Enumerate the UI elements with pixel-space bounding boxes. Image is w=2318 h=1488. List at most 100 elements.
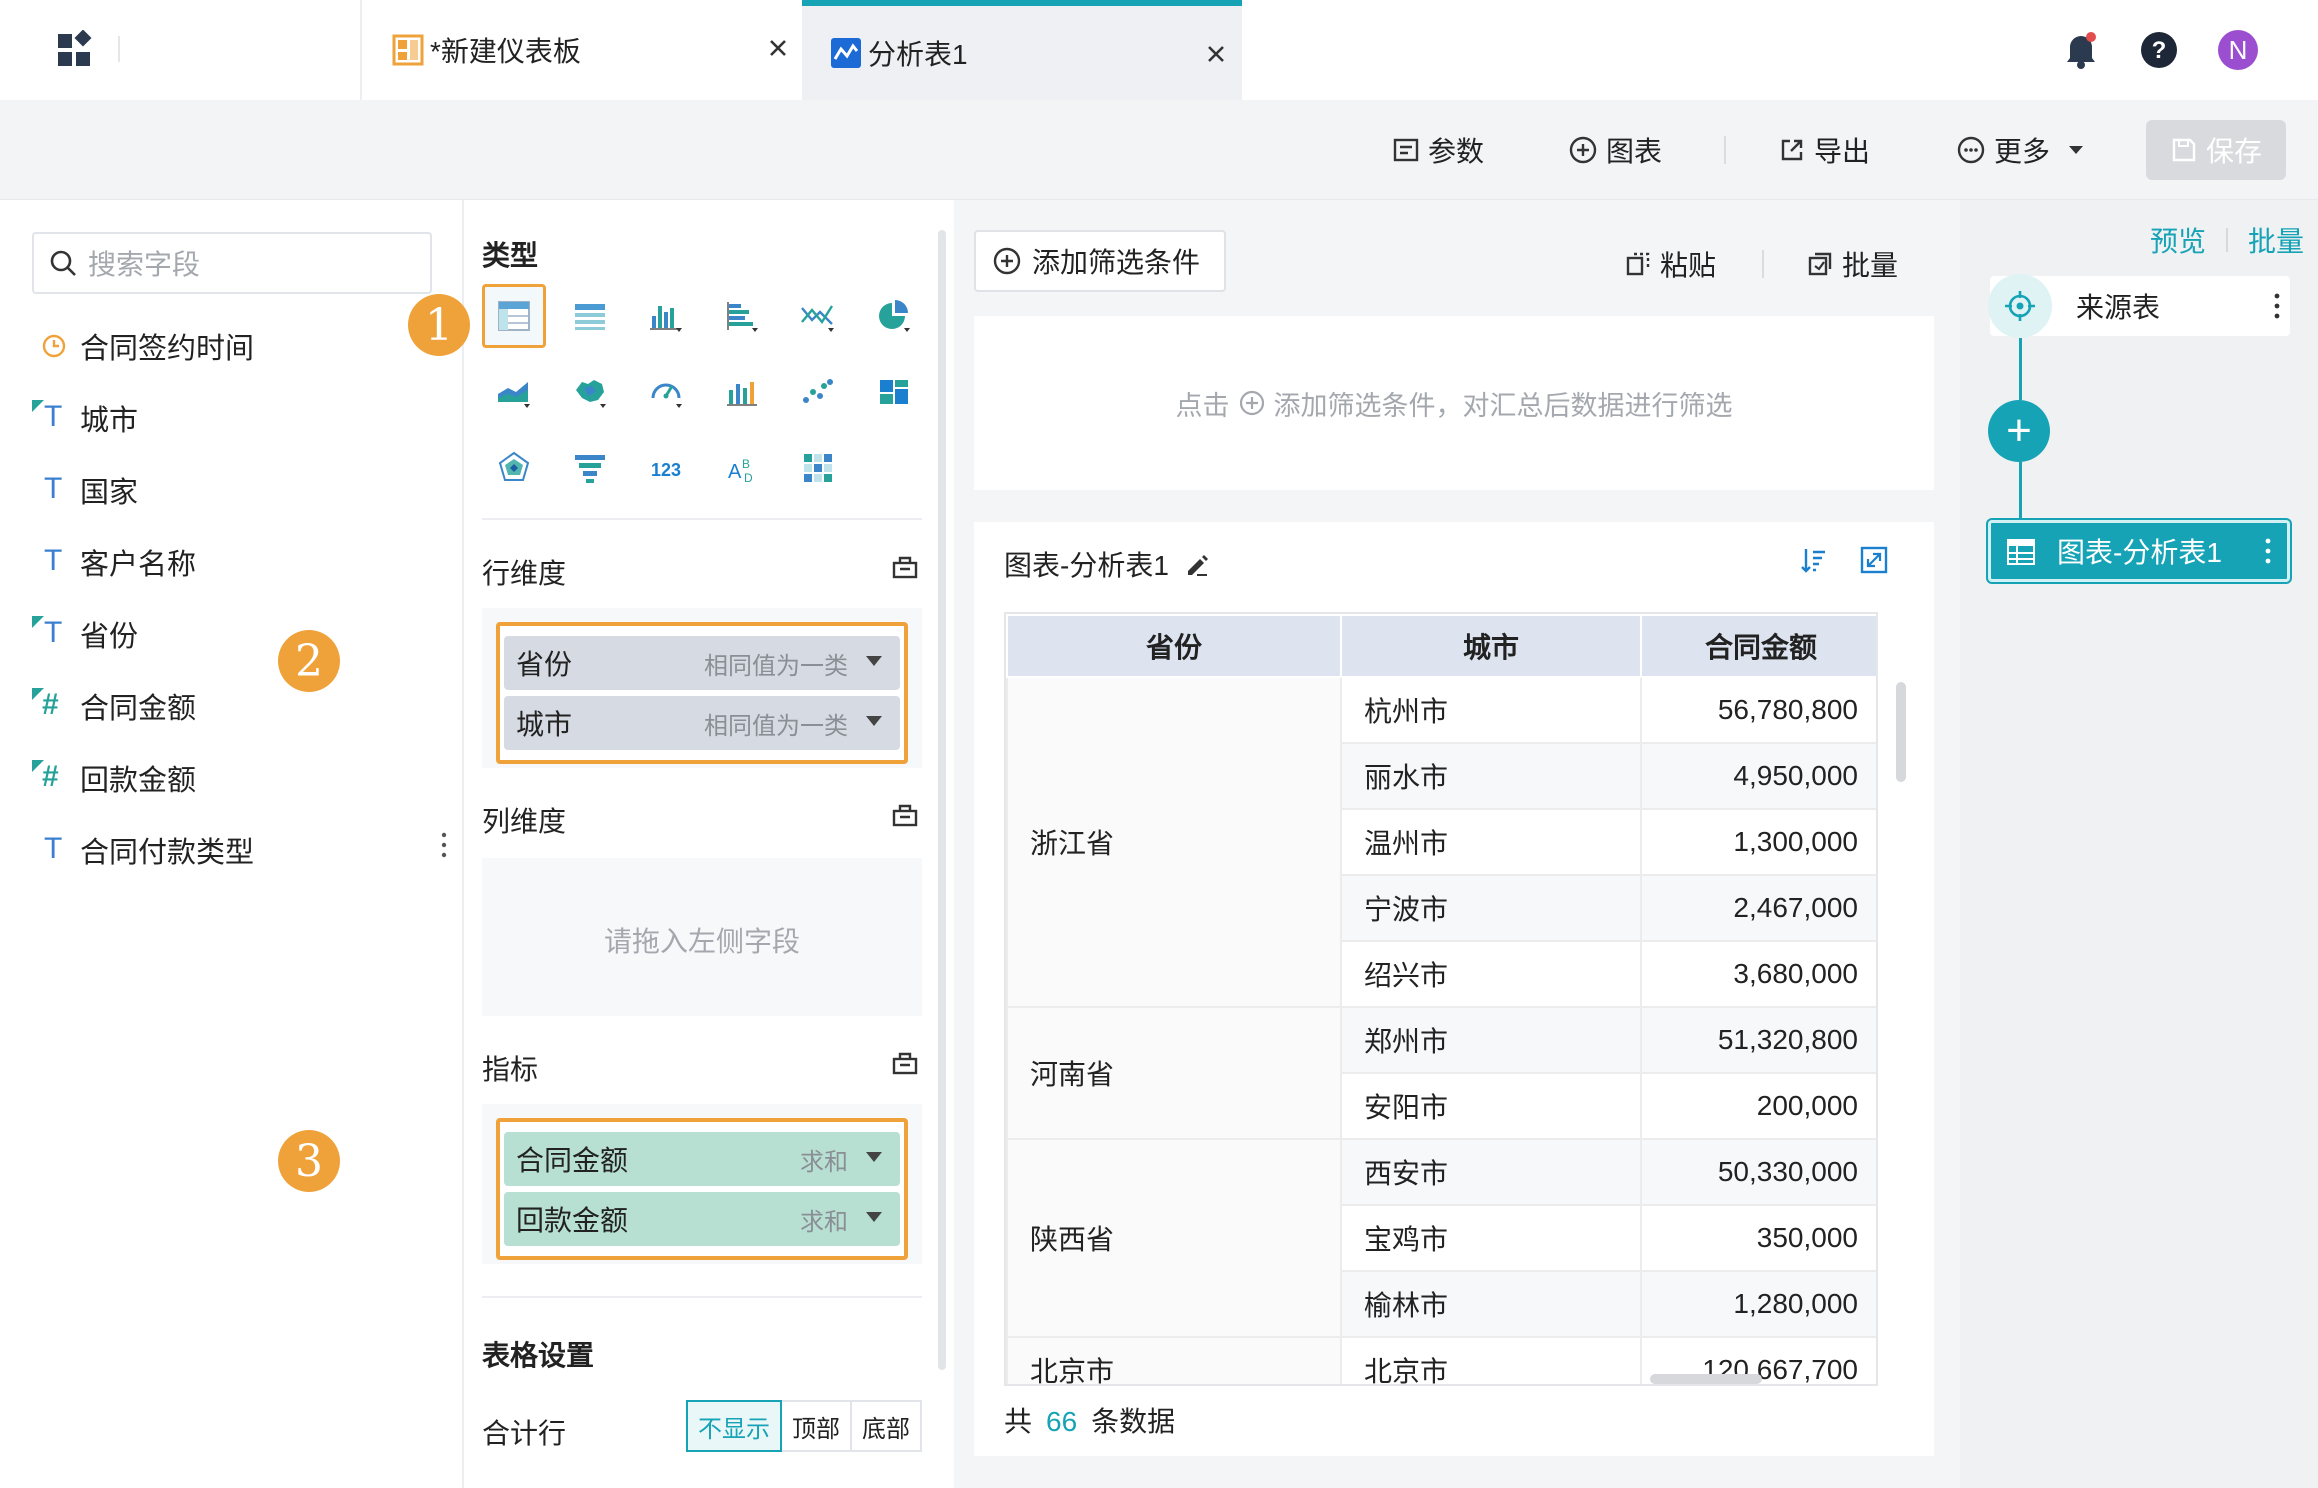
- field-item[interactable]: T 省份: [0, 598, 462, 670]
- expand-icon[interactable]: [1858, 544, 1890, 576]
- city-cell[interactable]: 安阳市: [1340, 1072, 1642, 1140]
- caret-down-icon[interactable]: [866, 1152, 882, 1162]
- amount-cell[interactable]: 4,950,000: [1640, 742, 1876, 810]
- field-item[interactable]: T 合同付款类型: [0, 814, 462, 886]
- type-detail-table-icon[interactable]: [558, 284, 622, 348]
- field-item[interactable]: 合同签约时间: [0, 310, 462, 382]
- amount-cell[interactable]: 51,320,800: [1640, 1006, 1876, 1074]
- more-button[interactable]: 更多: [1956, 128, 2096, 172]
- sort-icon[interactable]: [1798, 544, 1830, 576]
- table-horizontal-scrollbar[interactable]: [1650, 1374, 1762, 1384]
- column-dimension-dropzone[interactable]: 请拖入左侧字段: [482, 858, 922, 1016]
- avatar[interactable]: N: [2218, 30, 2258, 70]
- amount-cell[interactable]: 56,780,800: [1640, 676, 1876, 744]
- more-vertical-icon[interactable]: [2265, 537, 2271, 565]
- field-item[interactable]: T 国家: [0, 454, 462, 526]
- batch-link[interactable]: 批量: [2248, 220, 2304, 260]
- field-item[interactable]: # 合同金额: [0, 670, 462, 742]
- column-header-city[interactable]: 城市: [1340, 614, 1642, 678]
- save-button[interactable]: 保存: [2146, 120, 2286, 180]
- table-vertical-scrollbar[interactable]: [1896, 682, 1906, 782]
- amount-cell[interactable]: 50,330,000: [1640, 1138, 1876, 1206]
- row-dimension-pill[interactable]: 城市 相同值为一类: [504, 696, 900, 750]
- type-text-icon[interactable]: ABD: [710, 436, 774, 500]
- type-table-icon[interactable]: [482, 284, 546, 348]
- close-icon[interactable]: [1202, 40, 1230, 68]
- field-item[interactable]: # 回款金额: [0, 742, 462, 814]
- city-cell[interactable]: 绍兴市: [1340, 940, 1642, 1008]
- type-scatter-icon[interactable]: [786, 360, 850, 424]
- type-tile-grid-icon[interactable]: [862, 360, 926, 424]
- type-kpi-number-icon[interactable]: 123: [634, 436, 698, 500]
- metric-pill[interactable]: 回款金额 求和: [504, 1192, 900, 1246]
- edit-pencil-icon[interactable]: [1183, 550, 1211, 578]
- batch-button[interactable]: 批量: [1806, 244, 1898, 284]
- type-bar-chart-icon[interactable]: [634, 284, 698, 348]
- type-map-icon[interactable]: [558, 360, 622, 424]
- clear-bin-icon[interactable]: [890, 552, 920, 582]
- province-cell[interactable]: 河南省: [1006, 1006, 1342, 1140]
- city-cell[interactable]: 北京市: [1340, 1336, 1642, 1384]
- province-cell[interactable]: 浙江省: [1006, 676, 1342, 1008]
- city-cell[interactable]: 温州市: [1340, 808, 1642, 876]
- metric-pill[interactable]: 合同金额 求和: [504, 1132, 900, 1186]
- table-row[interactable]: 河南省 郑州市 51,320,800: [1006, 1006, 1876, 1140]
- amount-cell[interactable]: 1,280,000: [1640, 1270, 1876, 1338]
- close-icon[interactable]: [764, 34, 792, 62]
- apps-grid-icon[interactable]: [56, 30, 96, 70]
- type-line-chart-icon[interactable]: [786, 284, 850, 348]
- type-funnel-icon[interactable]: [558, 436, 622, 500]
- chart-step-node[interactable]: 图表-分析表1: [1986, 518, 2292, 584]
- search-input[interactable]: 搜索字段: [32, 232, 432, 294]
- amount-cell[interactable]: 350,000: [1640, 1204, 1876, 1272]
- type-combo-chart-icon[interactable]: [710, 360, 774, 424]
- type-horizontal-bar-icon[interactable]: [710, 284, 774, 348]
- tab-dashboard[interactable]: *新建仪表板: [360, 0, 800, 100]
- total-row-option-hide[interactable]: 不显示: [686, 1400, 782, 1452]
- preview-link[interactable]: 预览: [2150, 220, 2206, 260]
- row-dimension-pill[interactable]: 省份 相同值为一类: [504, 636, 900, 690]
- add-filter-button[interactable]: 添加筛选条件: [974, 230, 1227, 292]
- params-button[interactable]: 参数: [1392, 128, 1484, 172]
- amount-cell[interactable]: 200,000: [1640, 1072, 1876, 1140]
- help-icon[interactable]: ?: [2140, 31, 2178, 69]
- field-item[interactable]: T 客户名称: [0, 526, 462, 598]
- city-cell[interactable]: 杭州市: [1340, 676, 1642, 744]
- column-header-province[interactable]: 省份: [1006, 614, 1342, 678]
- table-row[interactable]: 陕西省 西安市 50,330,000: [1006, 1138, 1876, 1338]
- city-cell[interactable]: 郑州市: [1340, 1006, 1642, 1074]
- tab-analysis[interactable]: 分析表1: [802, 0, 1242, 100]
- field-item[interactable]: T 城市: [0, 382, 462, 454]
- city-cell[interactable]: 西安市: [1340, 1138, 1642, 1206]
- clear-bin-icon[interactable]: [890, 1048, 920, 1078]
- add-chart-button[interactable]: 图表: [1568, 128, 1662, 172]
- caret-down-icon[interactable]: [866, 656, 882, 666]
- type-heatmap-icon[interactable]: [786, 436, 850, 500]
- amount-cell[interactable]: 2,467,000: [1640, 874, 1876, 942]
- more-vertical-icon[interactable]: [2274, 292, 2280, 320]
- table-row[interactable]: 浙江省 杭州市 56,780,800: [1006, 676, 1876, 1008]
- total-row-option-top[interactable]: 顶部: [780, 1400, 852, 1452]
- config-scrollbar[interactable]: [938, 230, 946, 1370]
- type-pie-chart-icon[interactable]: [862, 284, 926, 348]
- city-cell[interactable]: 丽水市: [1340, 742, 1642, 810]
- notification-bell-icon[interactable]: [2062, 30, 2100, 70]
- panel-resize-handle-icon[interactable]: [440, 830, 448, 860]
- type-area-chart-icon[interactable]: [482, 360, 546, 424]
- amount-cell[interactable]: 3,680,000: [1640, 940, 1876, 1008]
- total-row-option-bottom[interactable]: 底部: [850, 1400, 922, 1452]
- type-radar-icon[interactable]: [482, 436, 546, 500]
- clear-bin-icon[interactable]: [890, 800, 920, 830]
- province-cell[interactable]: 陕西省: [1006, 1138, 1342, 1338]
- city-cell[interactable]: 宁波市: [1340, 874, 1642, 942]
- export-button[interactable]: 导出: [1778, 128, 1870, 172]
- paste-button[interactable]: 粘贴: [1624, 244, 1716, 284]
- city-cell[interactable]: 宝鸡市: [1340, 1204, 1642, 1272]
- province-cell[interactable]: 北京市: [1006, 1336, 1342, 1384]
- caret-down-icon[interactable]: [866, 1212, 882, 1222]
- city-cell[interactable]: 榆林市: [1340, 1270, 1642, 1338]
- caret-down-icon[interactable]: [866, 716, 882, 726]
- amount-cell[interactable]: 1,300,000: [1640, 808, 1876, 876]
- type-gauge-icon[interactable]: [634, 360, 698, 424]
- column-header-amount[interactable]: 合同金额: [1640, 614, 1876, 678]
